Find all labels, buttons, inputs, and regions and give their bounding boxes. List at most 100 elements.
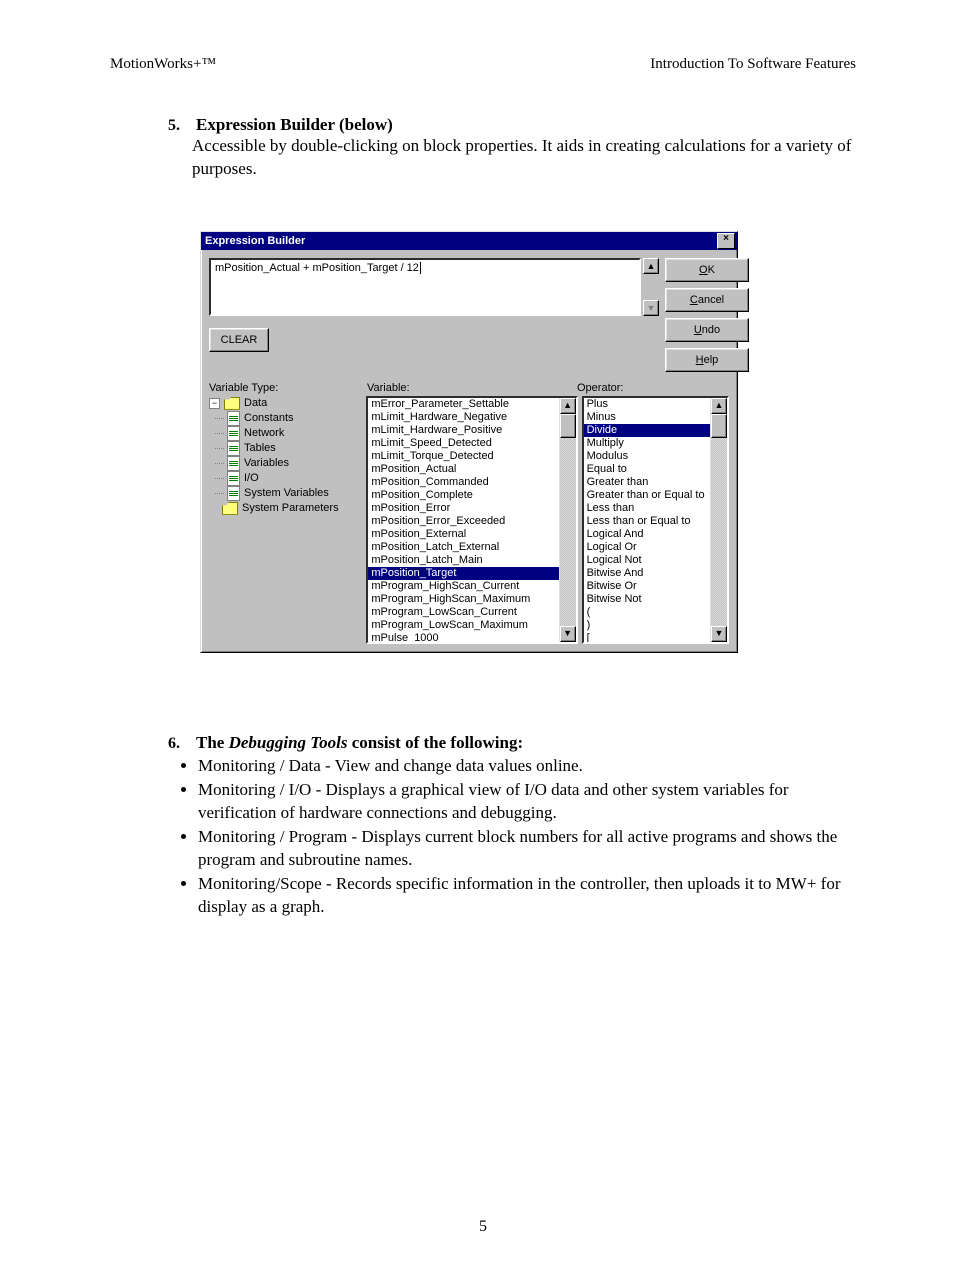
- list-item[interactable]: mProgram_HighScan_Maximum: [368, 593, 558, 606]
- close-icon[interactable]: ×: [717, 233, 735, 249]
- list-item[interactable]: Logical And: [584, 528, 710, 541]
- list-item[interactable]: Plus: [584, 398, 710, 411]
- tree-item[interactable]: Constants: [209, 411, 362, 426]
- help-button[interactable]: Help: [665, 348, 749, 372]
- section5-title: Expression Builder (below): [196, 115, 393, 134]
- list-item[interactable]: mPosition_External: [368, 528, 558, 541]
- tree-item-label: Network: [244, 426, 284, 441]
- page-number: 5: [110, 1218, 856, 1236]
- list-item[interactable]: Greater than or Equal to: [584, 489, 710, 502]
- list-item: Monitoring / Program - Displays current …: [198, 826, 856, 872]
- list-item[interactable]: Multiply: [584, 437, 710, 450]
- scroll-down-button[interactable]: ▼: [643, 300, 659, 316]
- list-item[interactable]: mPosition_Latch_Main: [368, 554, 558, 567]
- list-item[interactable]: mLimit_Torque_Detected: [368, 450, 558, 463]
- document-icon: [227, 441, 240, 456]
- tree-item[interactable]: Variables: [209, 456, 362, 471]
- folder-open-icon: [224, 397, 240, 410]
- variable-type-tree[interactable]: − Data ConstantsNetworkTablesVariablesI/…: [209, 396, 362, 644]
- operator-listbox[interactable]: PlusMinusDivideMultiplyModulusEqual toGr…: [582, 396, 729, 644]
- tree-item[interactable]: System Variables: [209, 486, 362, 501]
- list-item[interactable]: mLimit_Hardware_Negative: [368, 411, 558, 424]
- label-variable: Variable:: [367, 382, 577, 394]
- list-item[interactable]: mLimit_Hardware_Positive: [368, 424, 558, 437]
- list-item: Monitoring / I/O - Displays a graphical …: [198, 779, 856, 825]
- scroll-down-button[interactable]: ▼: [560, 626, 576, 642]
- tree-item-label: Tables: [244, 441, 276, 456]
- section6-title: The Debugging Tools consist of the follo…: [196, 733, 523, 752]
- dialog-title: Expression Builder: [205, 235, 305, 247]
- list-item[interactable]: Bitwise Not: [584, 593, 710, 606]
- list-item[interactable]: mPulse_1000: [368, 632, 558, 642]
- section6-title-em: Debugging Tools: [229, 733, 348, 752]
- list-item[interactable]: mPosition_Complete: [368, 489, 558, 502]
- list-item[interactable]: (: [584, 606, 710, 619]
- list-item[interactable]: Modulus: [584, 450, 710, 463]
- document-icon: [227, 471, 240, 486]
- list-item[interactable]: mError_Parameter_Settable: [368, 398, 558, 411]
- tree-item[interactable]: I/O: [209, 471, 362, 486]
- document-icon: [227, 426, 240, 441]
- list-item: Monitoring/Scope - Records specific info…: [198, 873, 856, 919]
- list-item[interactable]: mPosition_Commanded: [368, 476, 558, 489]
- tree-sibling-label: System Parameters: [242, 501, 339, 516]
- list-item[interactable]: Logical Not: [584, 554, 710, 567]
- expression-text: mPosition_Actual + mPosition_Target / 12: [215, 262, 419, 274]
- tree-item-label: System Variables: [244, 486, 329, 501]
- list-item[interactable]: Divide: [584, 424, 710, 437]
- list-item[interactable]: mPosition_Target: [368, 567, 558, 580]
- list-item[interactable]: mProgram_HighScan_Current: [368, 580, 558, 593]
- document-icon: [227, 456, 240, 471]
- document-icon: [227, 486, 240, 501]
- tree-item-label: I/O: [244, 471, 259, 486]
- undo-button[interactable]: Undo: [665, 318, 749, 342]
- scroll-down-button[interactable]: ▼: [711, 626, 727, 642]
- list-item[interactable]: mLimit_Speed_Detected: [368, 437, 558, 450]
- list-item[interactable]: Less than: [584, 502, 710, 515]
- scroll-up-button[interactable]: ▲: [711, 398, 727, 414]
- tree-item-label: Variables: [244, 456, 289, 471]
- section5-body: Accessible by double-clicking on block p…: [192, 135, 856, 181]
- variable-listbox[interactable]: mError_Parameter_SettablemLimit_Hardware…: [366, 396, 577, 644]
- section6-title-pre: The: [196, 733, 229, 752]
- header-left: MotionWorks+™: [110, 56, 216, 73]
- list-item[interactable]: mPosition_Actual: [368, 463, 558, 476]
- caret-icon: [420, 262, 421, 274]
- tree-item-label: Constants: [244, 411, 294, 426]
- list-item[interactable]: mPosition_Error: [368, 502, 558, 515]
- folder-closed-icon: [222, 502, 238, 515]
- collapse-icon[interactable]: −: [209, 398, 220, 409]
- section6-title-post: consist of the following:: [347, 733, 523, 752]
- list-item[interactable]: Bitwise And: [584, 567, 710, 580]
- list-item[interactable]: mProgram_LowScan_Current: [368, 606, 558, 619]
- list-item: Monitoring / Data - View and change data…: [198, 755, 856, 778]
- list-item[interactable]: mPosition_Error_Exceeded: [368, 515, 558, 528]
- scrollbar-thumb[interactable]: [711, 414, 727, 438]
- document-icon: [227, 411, 240, 426]
- expression-builder-dialog: Expression Builder × mPosition_Actual + …: [200, 231, 738, 653]
- list-item[interactable]: Less than or Equal to: [584, 515, 710, 528]
- label-operator: Operator:: [577, 382, 729, 394]
- list-item[interactable]: [: [584, 632, 710, 642]
- tree-item[interactable]: Network: [209, 426, 362, 441]
- scroll-up-button[interactable]: ▲: [643, 258, 659, 274]
- list-item[interactable]: Equal to: [584, 463, 710, 476]
- list-item[interactable]: mProgram_LowScan_Maximum: [368, 619, 558, 632]
- header-right: Introduction To Software Features: [650, 56, 856, 73]
- ok-button[interactable]: OK: [665, 258, 749, 282]
- section6-bullets: Monitoring / Data - View and change data…: [168, 755, 856, 919]
- scrollbar-thumb[interactable]: [560, 414, 576, 438]
- expression-input[interactable]: mPosition_Actual + mPosition_Target / 12: [209, 258, 641, 316]
- section5-num: 5.: [168, 117, 192, 135]
- list-item[interactable]: ): [584, 619, 710, 632]
- list-item[interactable]: Greater than: [584, 476, 710, 489]
- clear-button[interactable]: CLEAR: [209, 328, 269, 352]
- list-item[interactable]: Minus: [584, 411, 710, 424]
- list-item[interactable]: Bitwise Or: [584, 580, 710, 593]
- tree-root-label: Data: [244, 396, 267, 411]
- scroll-up-button[interactable]: ▲: [560, 398, 576, 414]
- list-item[interactable]: mPosition_Latch_External: [368, 541, 558, 554]
- tree-item[interactable]: Tables: [209, 441, 362, 456]
- list-item[interactable]: Logical Or: [584, 541, 710, 554]
- cancel-button[interactable]: Cancel: [665, 288, 749, 312]
